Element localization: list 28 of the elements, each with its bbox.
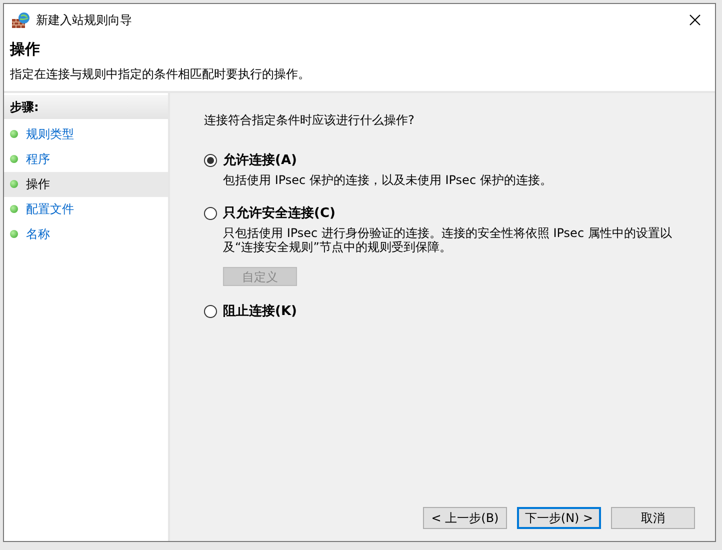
step-bullet-icon [10,130,18,138]
window-title: 新建入站规则向导 [36,12,132,29]
step-item[interactable]: 操作 [4,172,168,196]
radio-button[interactable] [204,154,217,167]
step-bullet-icon [10,205,18,213]
option-label[interactable]: 只允许安全连接(C) [223,204,336,224]
page-title: 操作 [10,39,41,60]
option-description: 只包括使用 IPsec 进行身份验证的连接。连接的安全性将依照 IPsec 属性中的设置以及“连接安全规则”节点中的规则受到保障。 [223,227,673,255]
option-label[interactable]: 允许连接(A) [223,150,297,170]
option-description: 包括使用 IPsec 保护的连接，以及未使用 IPsec 保护的连接。 [223,174,553,188]
step-bullet-icon [10,230,18,238]
radio-button[interactable] [204,207,217,220]
step-item[interactable]: 名称 [4,222,168,246]
wizard-button[interactable]: 取消 [611,507,695,529]
question-text: 连接符合指定条件时应该进行什么操作? [204,112,416,128]
firewall-icon [12,12,30,28]
wizard-button[interactable]: < 上一步(B) [423,507,507,529]
steps-heading: 步骤: [4,94,168,118]
step-bullet-icon [10,180,18,188]
close-icon [689,14,701,26]
option-label[interactable]: 阻止连接(K) [223,302,297,322]
wizard-button[interactable]: 下一步(N) > [517,507,601,529]
step-item[interactable]: 规则类型 [4,122,168,146]
page-subtitle: 指定在连接与规则中指定的条件相匹配时要执行的操作。 [10,66,311,82]
step-item[interactable]: 配置文件 [4,196,168,222]
step-bullet-icon [10,155,18,163]
step-item[interactable]: 程序 [4,146,168,172]
radio-button[interactable] [204,305,217,318]
